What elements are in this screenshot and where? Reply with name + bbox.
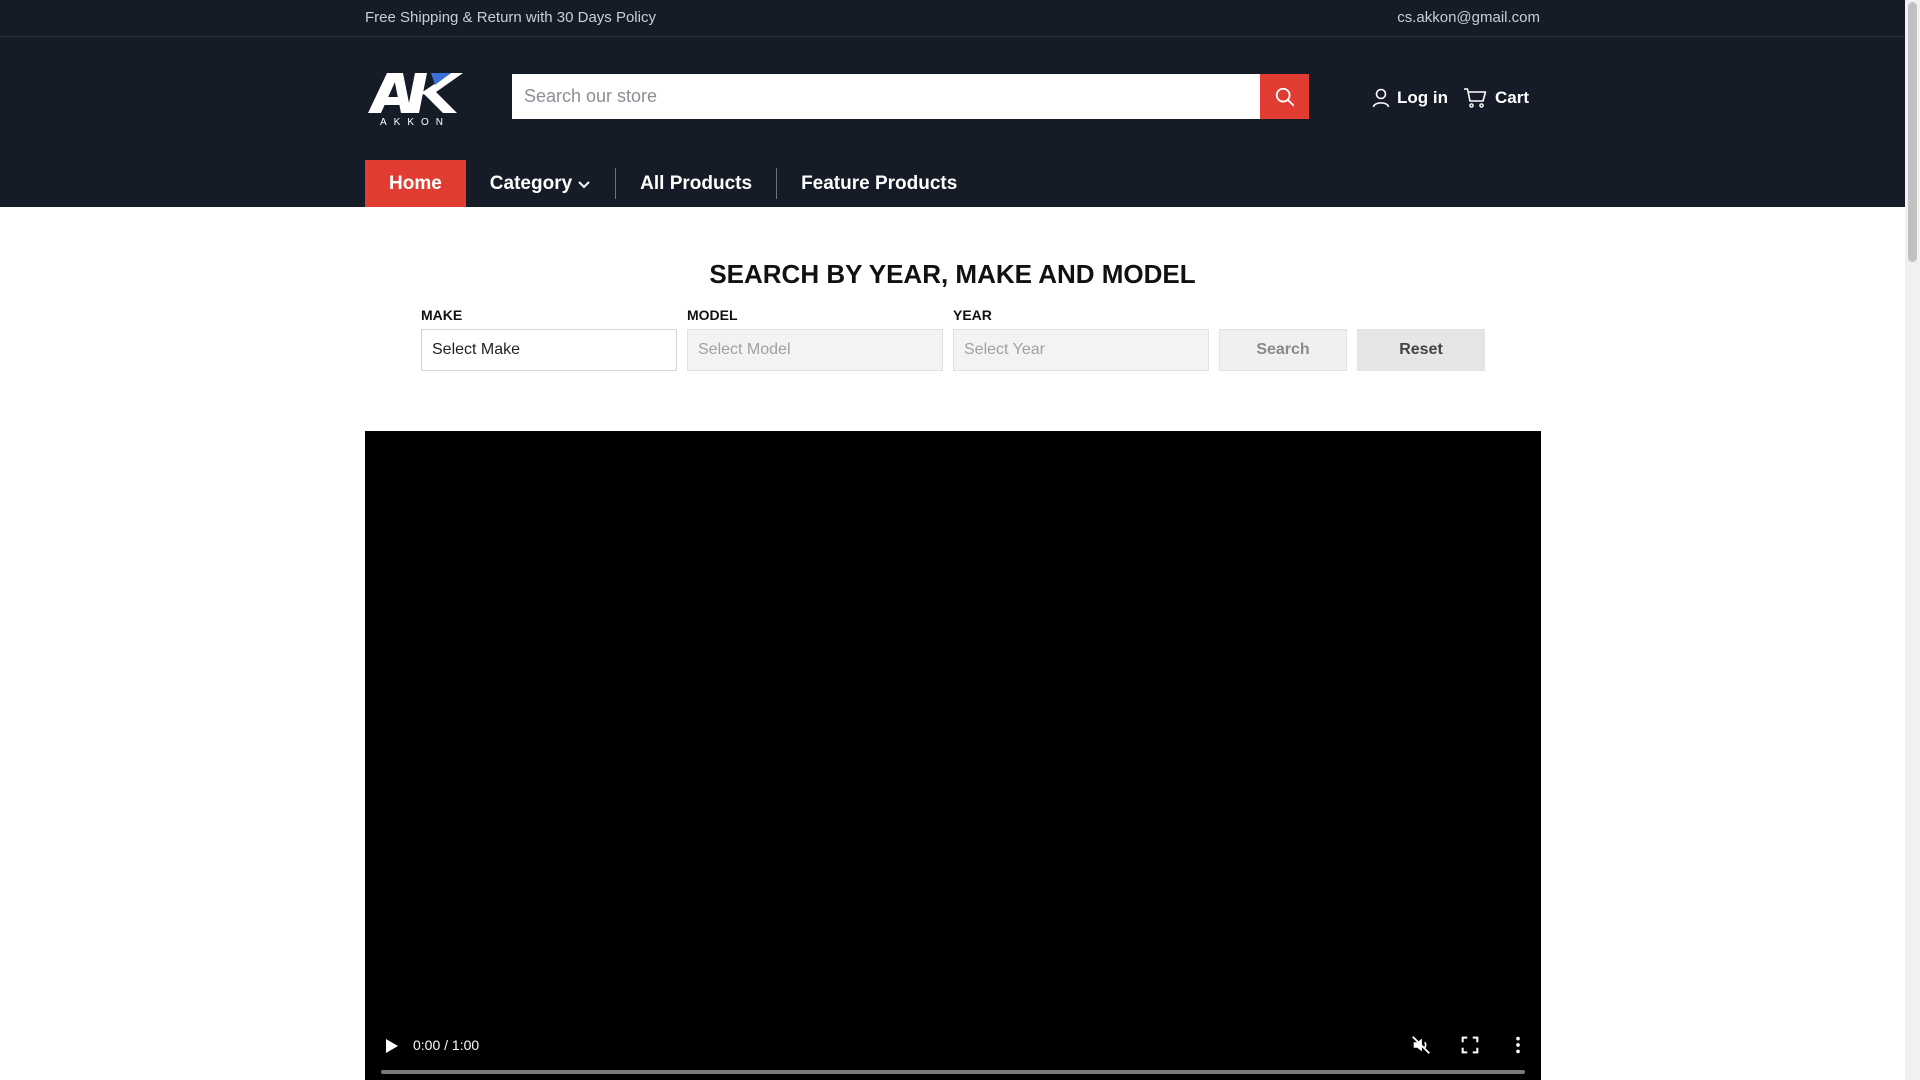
akkon-logo[interactable]: AKKON <box>365 67 465 128</box>
shipping-promo: Free Shipping & Return with 30 Days Poli… <box>365 9 656 26</box>
main-nav: Home Category All Products Feature Produ… <box>365 160 981 207</box>
contact-email-link[interactable]: cs.akkon@gmail.com <box>1397 9 1540 26</box>
video-progress-bar[interactable] <box>381 1070 1525 1074</box>
scrollbar-thumb[interactable] <box>1908 2 1917 262</box>
ymm-search-section: SEARCH BY YEAR, MAKE AND MODEL MAKE Sele… <box>0 207 1905 407</box>
store-search <box>512 74 1309 119</box>
more-vertical-icon[interactable] <box>1507 1034 1529 1056</box>
ymm-reset-button[interactable]: Reset <box>1357 329 1485 371</box>
video-time: 0:00 / 1:00 <box>413 1037 480 1053</box>
play-icon[interactable] <box>381 1036 401 1056</box>
cart-icon <box>1464 88 1487 108</box>
akkon-logo-icon: AKKON <box>368 73 463 128</box>
search-button[interactable] <box>1260 74 1309 119</box>
announcement-bar: Free Shipping & Return with 30 Days Poli… <box>0 0 1905 37</box>
nav-item-home[interactable]: Home <box>365 160 466 207</box>
video-controls: 0:00 / 1:00 <box>365 1020 1541 1080</box>
svg-text:AKKON: AKKON <box>380 117 450 127</box>
user-icon <box>1372 88 1390 108</box>
ymm-search-button[interactable]: Search <box>1219 329 1347 371</box>
ymm-title: SEARCH BY YEAR, MAKE AND MODEL <box>709 259 1196 289</box>
volume-muted-icon[interactable] <box>1410 1034 1432 1056</box>
chevron-down-icon <box>578 181 590 189</box>
cart-label: Cart <box>1495 88 1530 107</box>
model-label: MODEL <box>687 307 738 323</box>
make-label: MAKE <box>421 307 463 323</box>
nav-item-feature-products[interactable]: Feature Products <box>777 160 981 207</box>
login-label: Log in <box>1397 88 1448 107</box>
site-header: AKKON Log in C <box>0 37 1905 207</box>
nav-item-category[interactable]: Category <box>466 160 615 207</box>
fullscreen-icon[interactable] <box>1459 1034 1481 1056</box>
login-link[interactable]: Log in <box>1372 84 1448 112</box>
page: Free Shipping & Return with 30 Days Poli… <box>0 0 1905 1080</box>
make-select[interactable]: Select Make <box>421 329 677 371</box>
page-scrollbar[interactable] <box>1905 0 1920 1080</box>
search-icon <box>1275 87 1294 106</box>
year-label: YEAR <box>953 307 992 323</box>
model-select[interactable]: Select Model <box>687 329 943 371</box>
nav-item-category-label: Category <box>489 172 573 194</box>
cart-link[interactable]: Cart <box>1463 84 1529 112</box>
search-input[interactable] <box>512 74 1260 119</box>
video-player[interactable]: 0:00 / 1:00 <box>365 431 1541 1080</box>
year-select[interactable]: Select Year <box>953 329 1209 371</box>
nav-item-all-products[interactable]: All Products <box>616 160 776 207</box>
